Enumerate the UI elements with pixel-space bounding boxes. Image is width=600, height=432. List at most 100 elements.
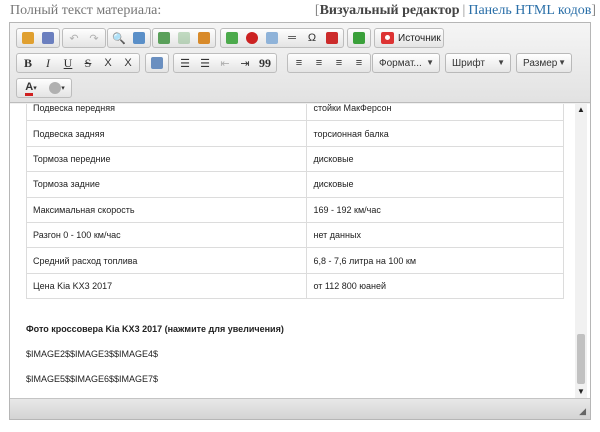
field-header: Полный текст материала: [Визуальный реда…	[0, 0, 600, 22]
toolbar-group-find: 🔍	[107, 28, 151, 48]
toolbar-group-colors: A ▾ ▾	[16, 78, 72, 98]
source-label: Источник	[398, 32, 441, 44]
toolbar-group-align: ≡ ≡ ≡ ≡	[287, 53, 371, 73]
toolbar-group-history: ↶ ↷	[62, 28, 106, 48]
editor-content-area[interactable]: Подвеска передняя стойки МакФерсон Подвеск…	[10, 104, 590, 398]
toolbar-group-templates	[16, 28, 60, 48]
table-row: Тормоза передние дисковые	[25, 145, 564, 173]
image-icon[interactable]	[223, 29, 241, 47]
spec-table: Подвеска передняя стойки МакФерсон Подвеск…	[25, 104, 564, 300]
source-button-inner: Источник	[376, 32, 446, 44]
source-button[interactable]: Источник	[374, 28, 444, 48]
paste-icon[interactable]	[39, 29, 57, 47]
spec-name-cell: Тормоза передние	[25, 145, 308, 173]
format-combo-label: Формат...	[379, 57, 422, 69]
link-icon[interactable]	[155, 29, 173, 47]
toolbar-group-insert: ═ Ω	[220, 28, 344, 48]
editor-statusbar: ◢	[10, 398, 590, 419]
indent-icon[interactable]: ⇥	[236, 54, 254, 72]
spec-value-cell: 6,8 - 7,6 литра на 100 км	[306, 247, 564, 274]
strike-label: S	[84, 55, 92, 70]
align-center-icon[interactable]: ≡	[310, 54, 328, 72]
source-icon	[381, 32, 394, 44]
table-row: Средний расход топлива 6,8 - 7,6 литра на…	[25, 247, 564, 274]
align-right-icon[interactable]: ≡	[330, 54, 348, 72]
anchor-icon[interactable]	[195, 29, 213, 47]
undo-icon[interactable]: ↶	[65, 29, 83, 47]
underline-button[interactable]: U	[59, 54, 77, 72]
special-char-icon[interactable]: Ω	[303, 29, 321, 47]
toolbar-group-maximize	[347, 28, 371, 48]
spec-name-cell: Цена Kia KX3 2017	[25, 272, 308, 300]
superscript-button[interactable]: X	[119, 54, 137, 72]
editor-mode-switch: [Визуальный редактор | Панель HTML кодов]	[315, 3, 596, 19]
align-justify-icon[interactable]: ≡	[350, 54, 368, 72]
spec-name-cell: Подвеска передняя	[25, 104, 308, 122]
html-panel-link[interactable]: Панель HTML кодов	[468, 3, 591, 18]
format-combo[interactable]: Формат... ▼	[372, 53, 440, 73]
spec-value-cell: нет данных	[306, 221, 564, 249]
background-color-button[interactable]: ▾	[45, 79, 69, 97]
spec-value-cell: стойки МакФерсон	[306, 104, 564, 122]
toolbar-group-removeformat	[145, 53, 169, 73]
text-color-button[interactable]: A ▾	[19, 79, 43, 97]
text-color-label: A	[25, 81, 34, 96]
bold-button[interactable]: B	[19, 54, 37, 72]
strike-button[interactable]: S	[79, 54, 97, 72]
youtube-icon[interactable]	[323, 29, 341, 47]
scrollbar-thumb[interactable]	[577, 334, 585, 384]
bulleted-list-icon[interactable]: ☰	[196, 54, 214, 72]
spec-value-cell: 169 - 192 км/час	[306, 196, 564, 223]
images-line-1: $IMAGE2$$IMAGE3$$IMAGE4$	[26, 349, 159, 359]
table-icon[interactable]	[263, 29, 281, 47]
scroll-down-icon[interactable]: ▼	[575, 386, 587, 398]
scroll-up-icon[interactable]: ▲	[575, 104, 587, 116]
editor-toolbar: ↶ ↷ 🔍 ═ Ω Источник B I U S X X ☰ ☰ ⇤ ⇥ 9…	[10, 23, 590, 103]
spec-name-cell: Разгон 0 - 100 км/час	[25, 221, 308, 249]
field-label: Полный текст материала:	[10, 3, 162, 18]
size-combo[interactable]: Размер ▼	[516, 53, 572, 73]
spec-name-cell: Средний расход топлива	[25, 247, 308, 274]
table-row: Тормоза задние дисковые	[25, 171, 564, 198]
align-left-icon[interactable]: ≡	[290, 54, 308, 72]
table-row: Максимальная скорость 169 - 192 км/час	[25, 196, 564, 223]
size-combo-label: Размер	[523, 57, 558, 69]
chevron-down-icon: ▼	[497, 58, 505, 67]
numbered-list-icon[interactable]: ☰	[176, 54, 194, 72]
flash-icon[interactable]	[243, 29, 261, 47]
font-combo-label: Шрифт	[452, 57, 485, 69]
subscript-label: X	[104, 57, 112, 69]
resize-handle-icon[interactable]: ◢	[579, 406, 586, 417]
spec-value-cell: дисковые	[306, 171, 564, 198]
table-row: Подвеска передняя стойки МакФерсон	[25, 104, 564, 122]
rich-text-editor: ↶ ↷ 🔍 ═ Ω Источник B I U S X X ☰ ☰ ⇤ ⇥ 9…	[9, 22, 591, 420]
superscript-label: X	[124, 57, 132, 69]
vertical-scrollbar[interactable]: ▲ ▼	[575, 104, 587, 398]
spec-name-cell: Максимальная скорость	[25, 196, 308, 223]
images-line-2: $IMAGE5$$IMAGE6$$IMAGE7$	[26, 374, 159, 384]
toolbar-group-lists: ☰ ☰ ⇤ ⇥ 99	[173, 53, 277, 73]
maximize-icon[interactable]	[350, 29, 368, 47]
spec-value-cell: торсионная балка	[306, 120, 564, 147]
spec-name-cell: Тормоза задние	[25, 171, 308, 198]
blockquote-icon[interactable]: 99	[256, 54, 274, 72]
spec-value-cell: дисковые	[306, 145, 564, 173]
redo-icon[interactable]: ↷	[85, 29, 103, 47]
blockquote-label: 99	[259, 55, 271, 70]
subscript-button[interactable]: X	[99, 54, 117, 72]
visual-editor-mode: Визуальный редактор	[319, 3, 460, 18]
outdent-icon[interactable]: ⇤	[216, 54, 234, 72]
replace-icon[interactable]	[130, 29, 148, 47]
find-icon[interactable]: 🔍	[110, 29, 128, 47]
italic-button[interactable]: I	[39, 54, 57, 72]
table-row: Подвеска задняя торсионная балка	[25, 120, 564, 147]
table-row: Разгон 0 - 100 км/час нет данных	[25, 221, 564, 249]
font-combo[interactable]: Шрифт ▼	[445, 53, 511, 73]
spec-value-cell: от 112 800 юаней	[306, 272, 564, 300]
horizontal-rule-icon[interactable]: ═	[283, 29, 301, 47]
remove-format-icon[interactable]	[148, 54, 166, 72]
table-row: Цена Kia KX3 2017 от 112 800 юаней	[25, 272, 564, 300]
toolbar-group-links	[152, 28, 216, 48]
templates-icon[interactable]	[19, 29, 37, 47]
unlink-icon[interactable]	[175, 29, 193, 47]
